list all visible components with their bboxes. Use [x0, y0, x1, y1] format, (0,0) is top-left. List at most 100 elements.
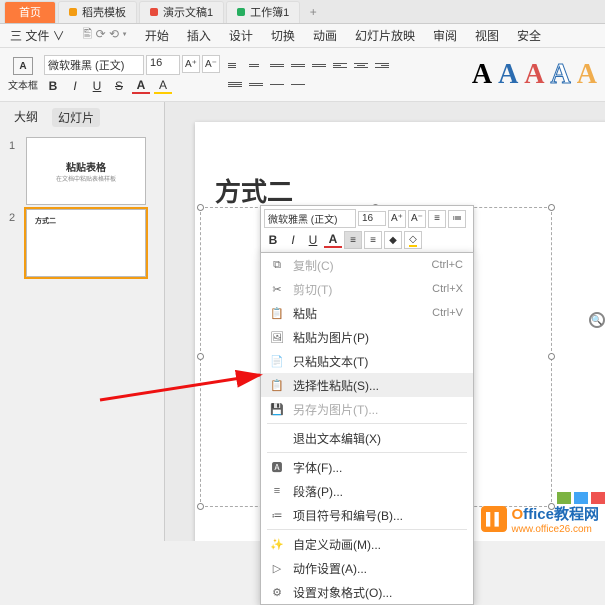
tab-presentation[interactable]: 演示文稿1 — [139, 1, 224, 23]
mini-font-size[interactable]: 16 — [358, 211, 386, 226]
mini-bold[interactable]: B — [264, 233, 282, 247]
slide-thumb-2[interactable]: 2 方式二 — [26, 209, 146, 277]
line-spacing-btn[interactable] — [310, 57, 328, 73]
mini-fill[interactable]: ◆ — [384, 231, 402, 249]
ribbon-insert[interactable]: 插入 — [187, 27, 211, 44]
ctx-exit-edit[interactable]: 退出文本编辑(X) — [261, 426, 473, 450]
file-menu[interactable]: 三 文件 ∨ — [10, 27, 65, 44]
ribbon-review[interactable]: 审阅 — [433, 27, 457, 44]
textbox-icon: A — [13, 57, 33, 75]
mini-dec-font[interactable]: A⁻ — [408, 210, 426, 228]
strike-button[interactable]: S — [110, 79, 128, 93]
slide-thumb-1[interactable]: 1 粘贴表格 在文档中粘贴表格样板 — [26, 137, 146, 205]
watermark: ▌▌ Office教程网 www.office26.com — [481, 503, 599, 535]
ctx-paste-pic[interactable]: 🖼粘贴为图片(P) — [261, 325, 473, 349]
font-icon: 🅰 — [269, 459, 285, 475]
italic-button[interactable]: I — [66, 79, 84, 93]
bold-button[interactable]: B — [44, 79, 62, 93]
ribbon-begin[interactable]: 开始 — [145, 27, 169, 44]
wordart-1[interactable]: A — [472, 59, 492, 91]
wordart-5[interactable]: A — [577, 59, 597, 91]
mini-inc-font[interactable]: A⁺ — [388, 210, 406, 228]
ctx-cut[interactable]: ✂剪切(T)Ctrl+X — [261, 277, 473, 301]
mini-italic[interactable]: I — [284, 233, 302, 247]
bullets-icon: ≔ — [269, 507, 285, 523]
thumb-number: 1 — [9, 140, 15, 152]
align-left-btn[interactable] — [331, 57, 349, 73]
watermark-icon: ▌▌ — [481, 506, 507, 532]
ctx-paste[interactable]: 📋粘贴Ctrl+V — [261, 301, 473, 325]
align-v-btn[interactable] — [289, 76, 307, 92]
mini-font-name[interactable]: 微软雅黑 (正文) — [264, 209, 356, 228]
new-tab-button[interactable]: + — [302, 5, 324, 19]
highlight-button[interactable]: A — [154, 78, 172, 94]
ctx-paste-special[interactable]: 📋选择性粘贴(S)... — [261, 373, 473, 397]
align-center-btn[interactable] — [352, 57, 370, 73]
increase-font[interactable]: A⁺ — [182, 55, 200, 73]
mini-align[interactable]: ≡ — [344, 231, 362, 249]
columns-btn[interactable] — [247, 76, 265, 92]
numbering-btn[interactable] — [247, 57, 265, 73]
save-pic-icon: 💾 — [269, 401, 285, 417]
ribbon-design[interactable]: 设计 — [229, 27, 253, 44]
align-justify-btn[interactable] — [226, 76, 244, 92]
ribbon-menu: 三 文件 ∨ 🖺 ⟳ ⟲ ▾ 开始 插入 设计 切换 动画 幻灯片放映 审阅 视… — [0, 24, 605, 48]
slide-title-text[interactable]: 方式二 — [215, 172, 293, 209]
paste-icon: 📋 — [269, 305, 285, 321]
ctx-copy[interactable]: ⧉复制(C)Ctrl+C — [261, 253, 473, 277]
ctx-separator — [267, 423, 467, 424]
align-right-btn[interactable] — [373, 57, 391, 73]
copy-icon: ⧉ — [269, 257, 285, 273]
paragraph-group — [226, 57, 396, 92]
bullets-btn[interactable] — [226, 57, 244, 73]
mini-fill-color[interactable]: ◇ — [404, 231, 422, 249]
ctx-font[interactable]: 🅰字体(F)... — [261, 455, 473, 479]
speaker-icon[interactable]: 🔍 — [589, 312, 605, 328]
slides-tab[interactable]: 幻灯片 — [52, 108, 100, 127]
action-icon: ▷ — [269, 560, 285, 576]
ctx-separator — [267, 452, 467, 453]
tab-home[interactable]: 首页 — [4, 1, 56, 23]
ctx-paragraph[interactable]: ≡段落(P)... — [261, 479, 473, 503]
mini-bullets[interactable]: ≡ — [428, 210, 446, 228]
ctx-separator — [267, 529, 467, 530]
ctx-bullets[interactable]: ≔项目符号和编号(B)... — [261, 503, 473, 527]
indent-dec-btn[interactable] — [268, 57, 286, 73]
mini-font-color[interactable]: A — [324, 232, 342, 248]
decrease-font[interactable]: A⁻ — [202, 55, 220, 73]
tab-template[interactable]: 稻壳模板 — [58, 1, 137, 23]
font-name-select[interactable]: 微软雅黑 (正文) — [44, 55, 144, 75]
anim-icon: ✨ — [269, 536, 285, 552]
textbox-button[interactable]: A 文本框 — [8, 57, 38, 92]
format-icon: ⚙ — [269, 584, 285, 600]
ribbon-view[interactable]: 视图 — [475, 27, 499, 44]
document-tabs: 首页 稻壳模板 演示文稿1 工作簿1 + — [0, 0, 605, 24]
mini-underline[interactable]: U — [304, 233, 322, 247]
ribbon-slideshow[interactable]: 幻灯片放映 — [355, 27, 415, 44]
ctx-paste-text[interactable]: 📄只粘贴文本(T) — [261, 349, 473, 373]
wordart-3[interactable]: A — [524, 59, 544, 91]
ctx-custom-anim[interactable]: ✨自定义动画(M)... — [261, 532, 473, 556]
ribbon-security[interactable]: 安全 — [517, 27, 541, 44]
context-menu: ⧉复制(C)Ctrl+C ✂剪切(T)Ctrl+X 📋粘贴Ctrl+V 🖼粘贴为… — [260, 252, 474, 605]
ribbon-transition[interactable]: 切换 — [271, 27, 295, 44]
tab-workbook[interactable]: 工作簿1 — [226, 1, 300, 23]
wordart-styles: A A A A A — [472, 59, 597, 91]
indent-inc-btn[interactable] — [289, 57, 307, 73]
tab-icon — [69, 8, 77, 16]
outline-tab[interactable]: 大纲 — [14, 108, 38, 127]
underline-button[interactable]: U — [88, 79, 106, 93]
ctx-save-pic[interactable]: 💾另存为图片(T)... — [261, 397, 473, 421]
wordart-2[interactable]: A — [498, 59, 518, 91]
paste-special-icon: 📋 — [269, 377, 285, 393]
font-color-button[interactable]: A — [132, 78, 150, 94]
quick-icons[interactable]: 🖺 ⟳ ⟲ ▾ — [83, 25, 127, 46]
mini-numbering[interactable]: ≔ — [448, 210, 466, 228]
mini-align2[interactable]: ≡ — [364, 231, 382, 249]
ctx-action[interactable]: ▷动作设置(A)... — [261, 556, 473, 580]
font-size-select[interactable]: 16 — [146, 55, 180, 75]
ctx-format-obj[interactable]: ⚙设置对象格式(O)... — [261, 580, 473, 604]
text-dir-btn[interactable] — [268, 76, 286, 92]
ribbon-animation[interactable]: 动画 — [313, 27, 337, 44]
wordart-4[interactable]: A — [551, 59, 571, 91]
